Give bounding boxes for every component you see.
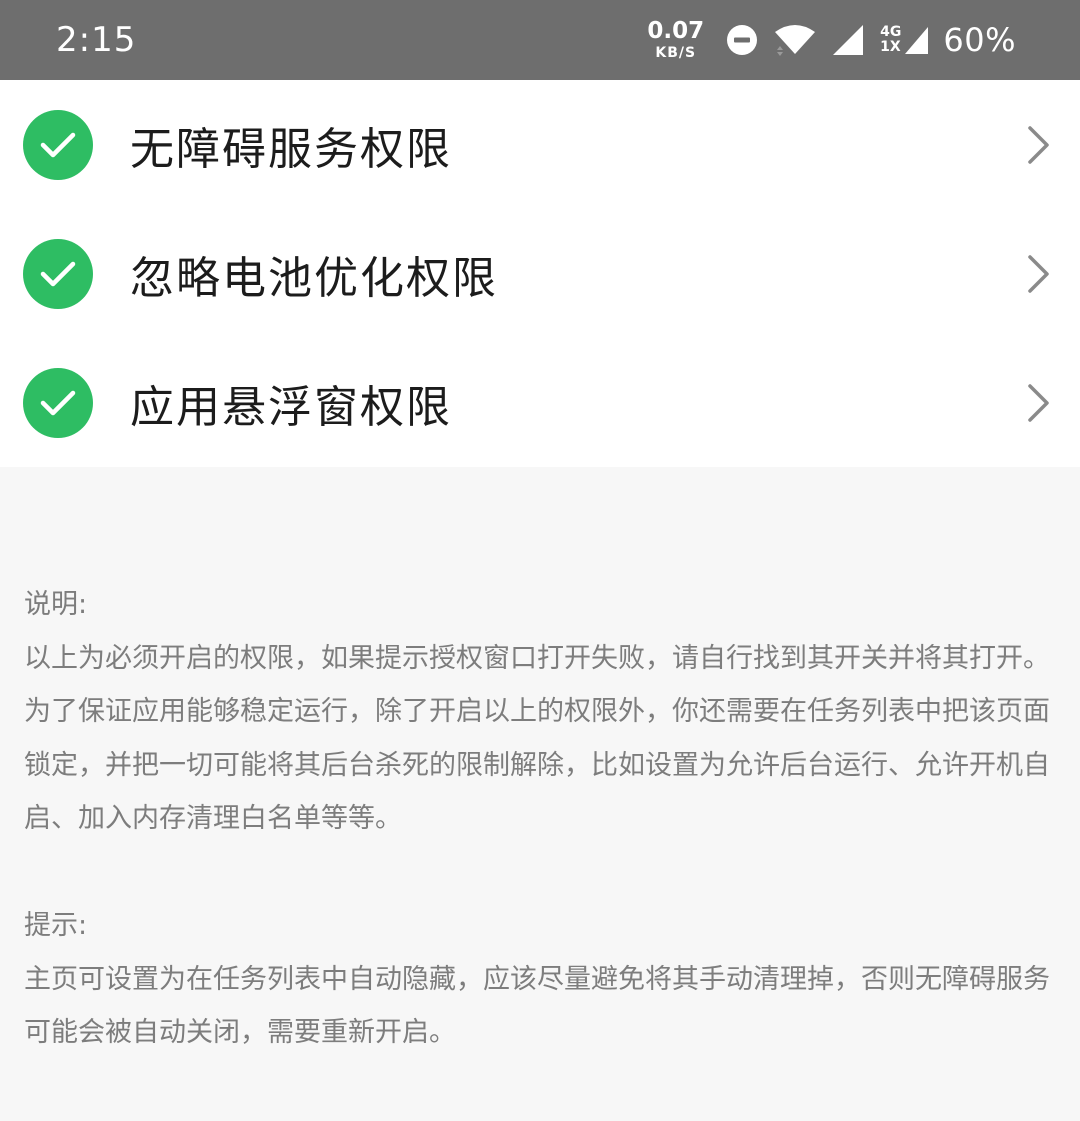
status-icons: 0.07 KB/S 4G 1X 60% bbox=[647, 0, 1016, 80]
check-circle-icon bbox=[23, 109, 93, 180]
network-speed-value: 0.07 bbox=[647, 18, 705, 44]
permission-label: 无障碍服务权限 bbox=[130, 123, 452, 175]
explain-body: 以上为必须开启的权限，如果提示授权窗口打开失败，请自行找到其开关并将其打开。为了… bbox=[24, 642, 1050, 835]
network-type-top: 4G bbox=[880, 24, 902, 40]
check-circle-icon bbox=[23, 367, 93, 438]
network-speed: 0.07 KB/S bbox=[647, 18, 705, 61]
tip-body: 主页可设置为在任务列表中自动隐藏，应该尽量避免将其手动清理掉，否则无障碍服务可能… bbox=[24, 963, 1050, 1049]
chevron-right-icon bbox=[1028, 383, 1049, 422]
check-circle-icon bbox=[23, 238, 93, 309]
permission-list: 无障碍服务权限 忽略电池优化权限 应用悬浮窗权限 bbox=[0, 80, 1080, 467]
battery-percentage: 60% bbox=[943, 21, 1016, 59]
status-time: 2:15 bbox=[56, 20, 137, 60]
signal-4g-icon bbox=[905, 27, 929, 54]
notes-spacer bbox=[24, 846, 1056, 900]
permission-label: 应用悬浮窗权限 bbox=[130, 381, 452, 433]
chevron-right-icon bbox=[1028, 254, 1049, 293]
network-type-bottom: 1X bbox=[880, 39, 901, 55]
permission-item-floating-window[interactable]: 应用悬浮窗权限 bbox=[0, 338, 1080, 467]
permission-item-battery-optimization[interactable]: 忽略电池优化权限 bbox=[0, 209, 1080, 338]
tip-title: 提示: bbox=[24, 910, 88, 941]
permission-item-accessibility[interactable]: 无障碍服务权限 bbox=[0, 80, 1080, 209]
permission-label: 忽略电池优化权限 bbox=[130, 252, 498, 304]
network-speed-unit: KB/S bbox=[655, 45, 697, 61]
notes-section: 说明: 以上为必须开启的权限，如果提示授权窗口打开失败，请自行找到其开关并将其打… bbox=[24, 578, 1056, 1060]
network-type: 4G 1X bbox=[880, 25, 901, 55]
dnd-icon bbox=[727, 25, 758, 55]
signal-icon bbox=[833, 25, 864, 55]
wifi-icon bbox=[775, 25, 816, 56]
explain-title: 说明: bbox=[24, 589, 88, 620]
chevron-right-icon bbox=[1028, 125, 1049, 164]
status-bar: 2:15 0.07 KB/S 4G 1X 60% bbox=[0, 0, 1080, 80]
